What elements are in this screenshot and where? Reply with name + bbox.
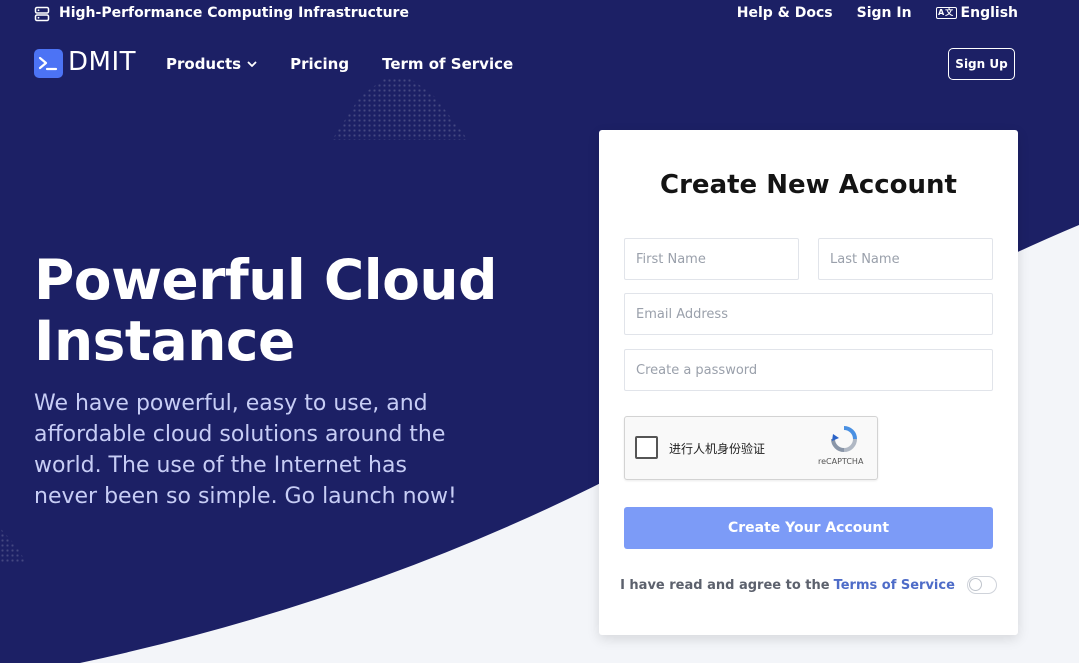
toggle-knob: [968, 578, 982, 591]
recaptcha-brand: reCAPTCHA: [818, 457, 864, 466]
last-name-input[interactable]: [818, 238, 993, 280]
translate-icon: A文: [935, 7, 957, 19]
sign-up-button[interactable]: Sign Up: [948, 48, 1015, 80]
nav-pricing[interactable]: Pricing: [290, 55, 349, 73]
email-input[interactable]: [624, 293, 993, 335]
signup-card-title: Create New Account: [660, 170, 957, 200]
language-selector[interactable]: A文 English: [935, 5, 1018, 21]
password-input[interactable]: [624, 349, 993, 391]
signup-card: Create New Account 进行人机身份验证 reCAPTCHA Cr…: [599, 130, 1018, 635]
recaptcha-label: 进行人机身份验证: [669, 442, 766, 456]
chevron-down-icon: [247, 61, 257, 67]
recaptcha-logo-icon: [831, 426, 857, 452]
recaptcha-checkbox[interactable]: [635, 436, 658, 459]
first-name-input[interactable]: [624, 238, 799, 280]
terms-agree-toggle[interactable]: [966, 576, 997, 594]
nav-terms-of-service[interactable]: Term of Service: [382, 55, 513, 73]
nav-products[interactable]: Products: [166, 55, 257, 73]
language-label: English: [960, 5, 1018, 21]
main-nav: Products Pricing Term of Service: [166, 55, 513, 73]
terminal-icon: [38, 56, 58, 71]
top-utility-bar: High-Performance Computing Infrastructur…: [0, 0, 1079, 28]
create-account-button[interactable]: Create Your Account: [624, 507, 993, 549]
sign-in-link[interactable]: Sign In: [857, 5, 912, 21]
topbar-links: Help & Docs Sign In A文 English: [737, 5, 1018, 21]
brand-logo-text[interactable]: DMIT: [68, 47, 136, 77]
hero-subtitle: We have powerful, easy to use, and affor…: [34, 391, 457, 509]
server-icon: [34, 6, 50, 22]
terms-agreement-row: I have read and agree to the Terms of Se…: [599, 576, 1018, 594]
logo-mark[interactable]: [34, 49, 63, 78]
nav-products-label: Products: [166, 55, 242, 73]
infrastructure-tagline: High-Performance Computing Infrastructur…: [59, 5, 409, 21]
hero-title: Powerful Cloud Instance: [34, 248, 497, 373]
terms-of-service-link[interactable]: Terms of Service: [834, 578, 955, 593]
terms-agree-text: I have read and agree to the: [620, 577, 830, 593]
help-docs-link[interactable]: Help & Docs: [737, 5, 833, 21]
recaptcha-widget: 进行人机身份验证 reCAPTCHA: [624, 416, 878, 480]
